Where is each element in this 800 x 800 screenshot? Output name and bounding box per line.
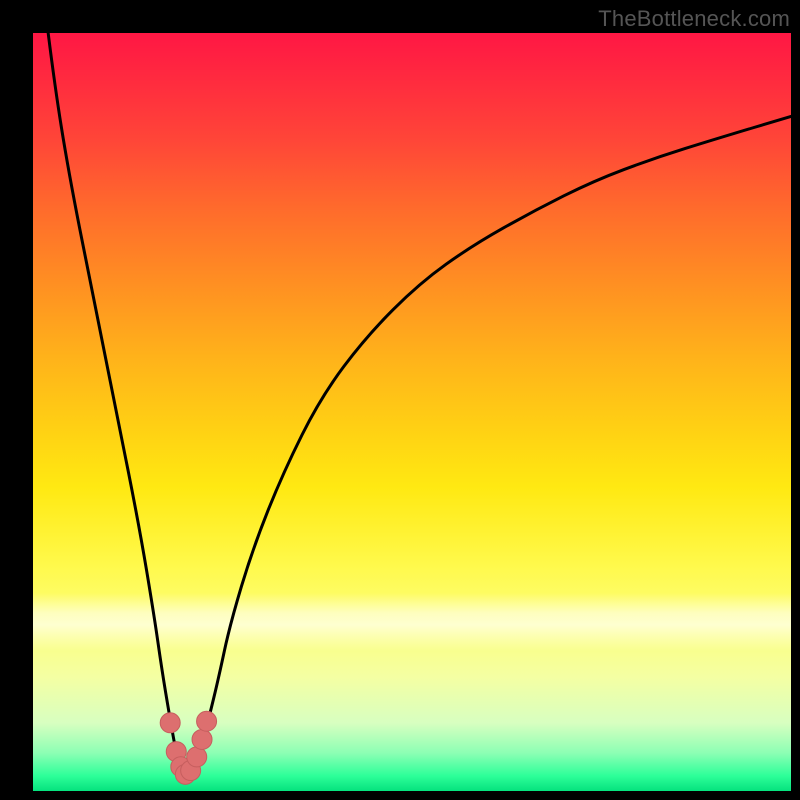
trough-marker bbox=[192, 729, 212, 749]
bottleneck-curve bbox=[48, 33, 791, 774]
trough-marker bbox=[160, 713, 180, 733]
trough-marker bbox=[187, 747, 207, 767]
trough-marker bbox=[197, 711, 217, 731]
watermark-label: TheBottleneck.com bbox=[598, 6, 790, 32]
trough-marker-group bbox=[160, 711, 216, 784]
chart-overlay bbox=[33, 33, 791, 791]
